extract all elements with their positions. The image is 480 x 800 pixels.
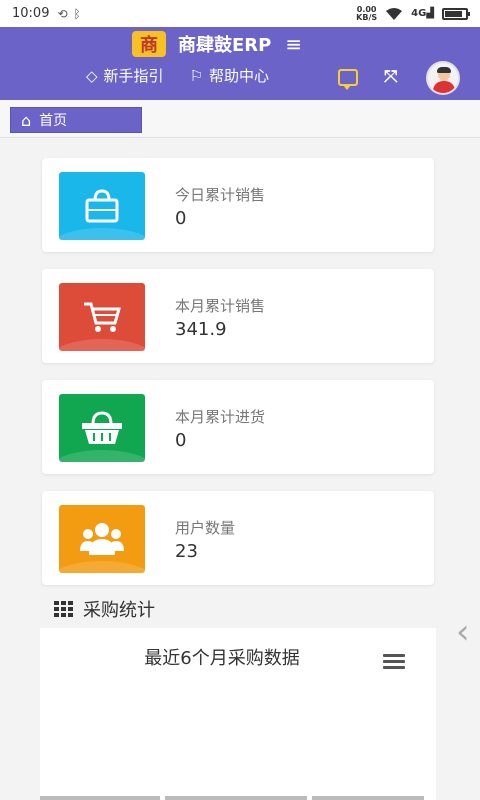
- dashboard: 今日累计销售 0 本月累计销售 341.9 本月累计进货 0 用户数量 23 采…: [40, 148, 436, 800]
- fullscreen-icon[interactable]: ⤧: [384, 67, 398, 87]
- purchase-chart: 最近6个月采购数据: [40, 628, 436, 800]
- network-speed-unit: KB/S: [356, 12, 378, 22]
- brand: 商 商肆鼓ERP ≡: [132, 31, 302, 57]
- wifi-icon: [386, 7, 403, 20]
- tab-home[interactable]: ⌂ 首页: [10, 107, 142, 133]
- sync-icon: ⟲: [57, 6, 68, 21]
- home-icon: ⌂: [21, 110, 32, 130]
- help-link[interactable]: ⚐ 帮助中心: [190, 65, 269, 86]
- battery-icon: [442, 7, 470, 20]
- chart-title-text: 最近6个月采购数据: [144, 648, 300, 669]
- signal-label: 4G: [411, 8, 427, 19]
- bottom-bar: [165, 796, 307, 800]
- stat-label: 今日累计销售: [175, 186, 266, 204]
- help-label: 帮助中心: [209, 67, 270, 85]
- avatar-body: [433, 81, 455, 93]
- stat-tile: [59, 505, 145, 573]
- signal-icon: 4G▟: [411, 8, 434, 19]
- app-header: 商 商肆鼓ERP ≡ ◇ 新手指引 ⚐ 帮助中心 ⤧: [0, 27, 480, 100]
- stat-tile: [59, 394, 145, 462]
- header-toolbar: ◇ 新手指引 ⚐ 帮助中心: [86, 65, 295, 86]
- stat-value: 341.9: [175, 319, 227, 340]
- diamond-icon: ◇: [86, 66, 98, 85]
- status-time: 10:09: [12, 6, 50, 21]
- stat-tile: [59, 172, 145, 240]
- status-icons-right: 0.00 KB/S 4G▟: [356, 5, 470, 22]
- cart-icon: [84, 302, 121, 332]
- bluetooth-icon: ᛒ: [73, 6, 81, 21]
- stat-card-user-count[interactable]: 用户数量 23: [42, 491, 434, 585]
- app-logo: 商: [132, 31, 166, 57]
- stat-label: 用户数量: [175, 519, 236, 537]
- stat-tile: [59, 283, 145, 351]
- stat-card-month-sales[interactable]: 本月累计销售 341.9: [42, 269, 434, 363]
- app-name: 商肆鼓ERP: [178, 35, 272, 56]
- battery-fill: [445, 10, 462, 17]
- stat-card-today-sales[interactable]: 今日累计销售 0: [42, 158, 434, 252]
- stat-value: 0: [175, 208, 187, 229]
- basket-icon: [82, 411, 122, 444]
- section-title: 采购统计: [83, 600, 155, 621]
- message-icon[interactable]: [338, 69, 358, 90]
- avatar-hair: [437, 67, 451, 73]
- hamburger-icon[interactable]: ≡: [285, 32, 302, 56]
- status-bar: 10:09 ⟲ ᛒ 0.00 KB/S 4G▟: [0, 0, 480, 27]
- flag-icon: ⚐: [189, 66, 204, 85]
- network-speed: 0.00 KB/S: [356, 5, 378, 22]
- users-icon: [80, 523, 124, 555]
- stat-label: 本月累计进货: [175, 408, 266, 426]
- stat-value: 0: [175, 430, 187, 451]
- bottom-bar: [312, 796, 424, 800]
- chart-title: 最近6个月采购数据: [40, 644, 436, 670]
- chart-menu-icon[interactable]: [383, 654, 405, 672]
- grid-icon: [54, 601, 73, 617]
- tab-home-label: 首页: [39, 113, 68, 129]
- stat-value: 23: [175, 541, 198, 562]
- guide-link[interactable]: ◇ 新手指引: [86, 65, 164, 86]
- stat-label: 本月累计销售: [175, 297, 266, 315]
- chart-bottom-edge: [40, 796, 424, 800]
- shopping-bag-icon: [85, 189, 119, 223]
- bottom-bar: [40, 796, 160, 800]
- tab-strip: ⌂ 首页: [0, 100, 480, 138]
- section-purchase-stats: 采购统计: [54, 596, 155, 622]
- chevron-left-icon[interactable]: ‹: [456, 612, 470, 652]
- guide-label: 新手指引: [103, 67, 164, 85]
- avatar[interactable]: [426, 61, 460, 95]
- stat-card-month-purchase[interactable]: 本月累计进货 0: [42, 380, 434, 474]
- status-icons-left: ⟲ ᛒ: [57, 7, 80, 21]
